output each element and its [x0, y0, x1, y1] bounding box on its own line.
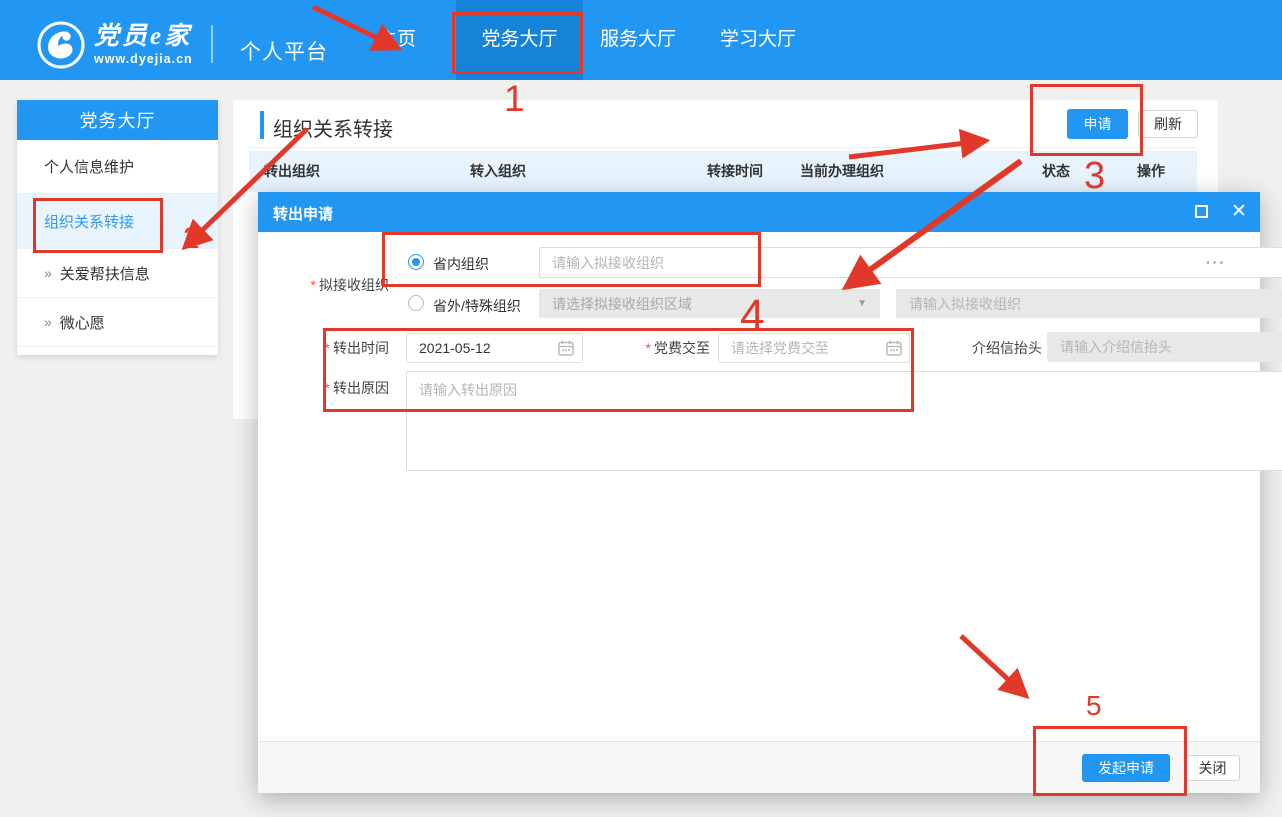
- org-picker-more-button[interactable]: ···: [1206, 254, 1226, 270]
- fee-paid-input[interactable]: [718, 333, 910, 363]
- sidebar-item-org-transfer[interactable]: 组织关系转接: [17, 194, 218, 249]
- region-select-placeholder: 请选择拟接收组织区域: [552, 294, 692, 314]
- radio-out-province[interactable]: [408, 295, 424, 311]
- calendar-icon[interactable]: [558, 340, 574, 356]
- sidebar-item-label: 微心愿: [60, 312, 105, 333]
- reason-textarea[interactable]: [406, 371, 1282, 471]
- radio-in-province-label[interactable]: 省内组织: [433, 254, 489, 274]
- sidebar-item-micro-wish[interactable]: » 微心愿: [17, 298, 218, 347]
- page-title: 组织关系转接: [273, 113, 393, 142]
- maximize-icon[interactable]: [1195, 205, 1208, 218]
- dialog-footer: 发起申请 关闭: [258, 741, 1260, 793]
- out-province-org-input[interactable]: [896, 289, 1282, 318]
- receiving-org-label: *拟接收组织: [279, 275, 389, 295]
- receiving-org-input[interactable]: [539, 247, 1282, 278]
- nav-item-service-hall[interactable]: 服务大厅: [600, 0, 676, 80]
- nav-platform-label[interactable]: 个人平台: [240, 36, 328, 66]
- transfer-date-input[interactable]: [406, 333, 583, 363]
- region-select[interactable]: 请选择拟接收组织区域 ▼: [539, 289, 880, 318]
- col-header-out-org: 转出组织: [264, 151, 320, 192]
- required-asterisk: *: [325, 340, 330, 356]
- sidebar-item-personal-info[interactable]: 个人信息维护: [17, 140, 218, 194]
- refresh-button[interactable]: 刷新: [1138, 110, 1198, 138]
- transfer-date-label: *转出时间: [279, 333, 389, 363]
- transfer-out-dialog: 转出申请 ✕ *拟接收组织 省内组织 ··· 省外/特殊组织 请选择拟接收组织区…: [258, 192, 1260, 793]
- sidebar-header: 党务大厅: [17, 100, 218, 140]
- dialog-title: 转出申请: [273, 203, 333, 224]
- nav-item-home[interactable]: 主页: [378, 0, 416, 80]
- chevron-right-icon: »: [44, 265, 52, 281]
- col-header-action: 操作: [1137, 151, 1165, 192]
- col-header-status: 状态: [1042, 151, 1070, 192]
- required-asterisk: *: [311, 277, 316, 293]
- nav-item-party-hall[interactable]: 党务大厅: [456, 0, 583, 80]
- nav-item-study-hall[interactable]: 学习大厅: [720, 0, 796, 80]
- reason-label: *转出原因: [279, 378, 389, 398]
- close-icon[interactable]: ✕: [1231, 200, 1247, 223]
- table-header-row: 转出组织 转入组织 转接时间 当前办理组织 状态 操作: [249, 151, 1197, 192]
- sidebar-item-label: 组织关系转接: [44, 211, 134, 232]
- col-header-time: 转接时间: [707, 151, 763, 192]
- title-divider: [249, 147, 1197, 148]
- submit-application-button[interactable]: 发起申请: [1082, 754, 1170, 782]
- dialog-titlebar: 转出申请 ✕: [258, 192, 1260, 232]
- logo-icon: [36, 20, 86, 70]
- title-accent-bar: [260, 111, 264, 139]
- sidebar: 党务大厅 个人信息维护 组织关系转接 » 关爱帮扶信息 » 微心愿: [17, 100, 218, 355]
- brand-name: 党员e家: [94, 24, 193, 50]
- sidebar-item-label: 个人信息维护: [44, 156, 134, 177]
- top-navbar: 党员e家 www.dyejia.cn 个人平台 主页 党务大厅 服务大厅 学习大…: [0, 0, 1282, 80]
- logo[interactable]: 党员e家 www.dyejia.cn: [36, 20, 193, 70]
- col-header-in-org: 转入组织: [470, 151, 526, 192]
- radio-in-province[interactable]: [408, 254, 424, 270]
- letter-title-label: 介绍信抬头: [932, 333, 1042, 363]
- fee-paid-label: *党费交至: [608, 333, 710, 363]
- col-header-handling-org: 当前办理组织: [800, 151, 884, 192]
- radio-out-province-label[interactable]: 省外/特殊组织: [433, 296, 521, 316]
- required-asterisk: *: [646, 340, 651, 356]
- calendar-icon[interactable]: [886, 340, 902, 356]
- chevron-right-icon: »: [44, 314, 52, 330]
- sidebar-item-care-support[interactable]: » 关爱帮扶信息: [17, 249, 218, 298]
- sidebar-item-label: 关爱帮扶信息: [60, 263, 150, 284]
- brand-url: www.dyejia.cn: [94, 52, 193, 66]
- required-asterisk: *: [325, 380, 330, 396]
- chevron-down-icon: ▼: [857, 298, 867, 309]
- close-dialog-button[interactable]: 关闭: [1185, 755, 1240, 781]
- apply-button[interactable]: 申请: [1067, 109, 1128, 139]
- nav-divider: [211, 25, 213, 63]
- letter-title-input[interactable]: [1047, 332, 1282, 362]
